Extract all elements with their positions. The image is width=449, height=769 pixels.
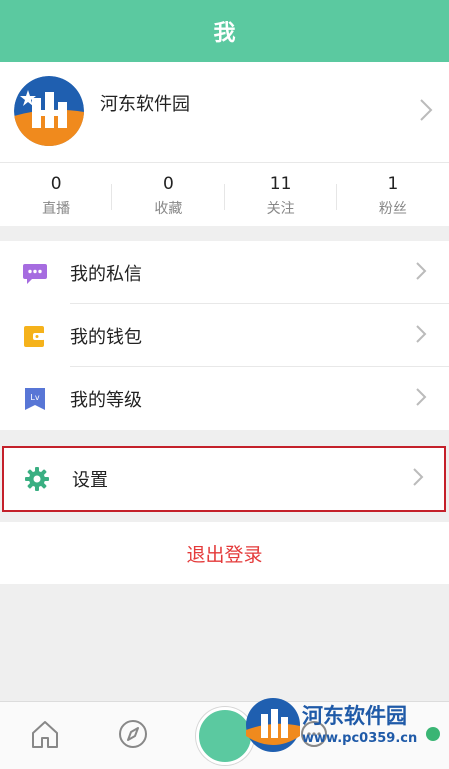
logout-button[interactable]: 退出登录 <box>0 522 449 584</box>
menu-item-messages[interactable]: 我的私信 <box>0 241 449 304</box>
menu-label-wallet: 我的钱包 <box>70 326 142 348</box>
top-bar: 我 <box>0 0 449 62</box>
menu-item-settings[interactable]: 设置 <box>4 448 444 510</box>
watermark-logo-icon <box>244 696 302 758</box>
chevron-right-icon <box>412 467 424 491</box>
settings-highlight-box: 设置 <box>2 446 446 512</box>
avatar[interactable] <box>14 76 84 146</box>
home-icon[interactable] <box>27 716 63 752</box>
wallet-icon <box>22 323 48 349</box>
stat-favorites[interactable]: 0 收藏 <box>112 172 225 222</box>
watermark-url: www.pc0359.cn <box>302 731 418 746</box>
stat-live-label: 直播 <box>42 201 71 217</box>
compass-icon[interactable] <box>115 716 151 752</box>
stat-following[interactable]: 11 关注 <box>225 172 337 222</box>
notification-dot <box>426 727 440 741</box>
stat-fans[interactable]: 1 粉丝 <box>337 172 449 222</box>
stat-fans-label: 粉丝 <box>378 201 407 217</box>
stat-fans-count: 1 <box>387 174 399 194</box>
menu-item-wallet[interactable]: 我的钱包 <box>0 304 449 367</box>
menu-group-account: 我的私信 我的钱包 Lv 我的等级 <box>0 241 449 430</box>
menu-label-messages: 我的私信 <box>70 263 142 285</box>
page-title: 我 <box>213 21 236 46</box>
stat-following-label: 关注 <box>266 201 295 217</box>
menu-label-settings: 设置 <box>72 470 108 491</box>
logout-label: 退出登录 <box>186 543 263 566</box>
watermark-name: 河东软件园 <box>302 703 407 728</box>
menu-item-level[interactable]: Lv 我的等级 <box>0 367 449 430</box>
username: 河东软件园 <box>100 94 190 115</box>
level-badge-icon: Lv <box>22 386 48 412</box>
stat-favorites-label: 收藏 <box>154 201 183 217</box>
chevron-right-icon <box>419 98 433 126</box>
profile-card[interactable]: 河东软件园 0 直播 0 收藏 11 关注 1 粉丝 <box>0 62 449 226</box>
chevron-right-icon <box>415 324 427 348</box>
profile-stats: 0 直播 0 收藏 11 关注 1 粉丝 <box>0 172 449 222</box>
stat-favorites-count: 0 <box>162 174 174 194</box>
profile-divider <box>0 162 449 163</box>
chevron-right-icon <box>415 387 427 411</box>
gear-icon <box>24 466 50 492</box>
stat-following-count: 11 <box>269 174 292 194</box>
svg-text:Lv: Lv <box>30 393 39 402</box>
menu-label-level: 我的等级 <box>70 389 142 411</box>
chevron-right-icon <box>415 261 427 285</box>
stat-live[interactable]: 0 直播 <box>0 172 113 222</box>
stat-live-count: 0 <box>50 174 62 194</box>
chat-bubble-icon <box>22 260 48 286</box>
